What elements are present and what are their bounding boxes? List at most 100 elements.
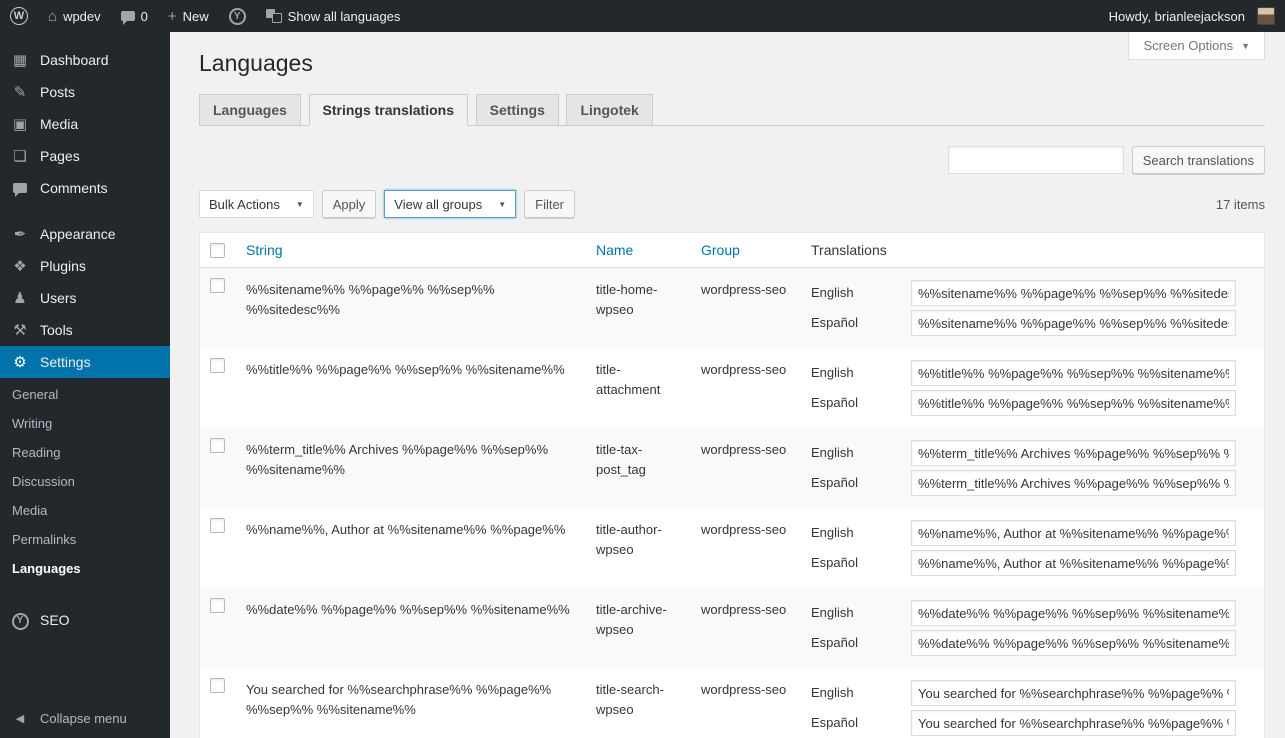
sidebar-item-label: Pages: [40, 148, 80, 164]
camera-icon: ▣: [10, 117, 30, 132]
tab-strings-translations[interactable]: Strings translations: [309, 94, 468, 126]
column-header-name[interactable]: Name: [586, 233, 691, 267]
translation-input-english[interactable]: [911, 680, 1236, 706]
string-cell: %%name%%, Author at %%sitename%% %%page%…: [236, 508, 586, 588]
collapse-arrow-icon: ◀: [10, 712, 30, 725]
tab-lingotek[interactable]: Lingotek: [566, 94, 652, 126]
submenu-item-languages[interactable]: Languages: [0, 554, 170, 583]
tab-settings[interactable]: Settings: [476, 94, 559, 126]
sidebar-item-users[interactable]: ♟ Users: [0, 282, 170, 314]
sidebar-item-settings[interactable]: ⚙ Settings: [0, 346, 170, 378]
name-cell: title-tax-post_tag: [586, 428, 691, 508]
row-checkbox[interactable]: [210, 598, 225, 613]
row-checkbox[interactable]: [210, 438, 225, 453]
account-menu[interactable]: Howdy, brianleejackson: [1099, 0, 1285, 32]
screen-options-button[interactable]: Screen Options ▼: [1128, 32, 1265, 60]
translation-input-espanol[interactable]: [911, 310, 1236, 336]
translation-input-espanol[interactable]: [911, 710, 1236, 736]
translations-cell: English Español: [801, 588, 1264, 668]
group-filter-label: View all groups: [394, 197, 482, 212]
translations-cell: English Español: [801, 508, 1264, 588]
translations-cell: English Español: [801, 348, 1264, 428]
translation-input-espanol[interactable]: [911, 630, 1236, 656]
chevron-down-icon: ▼: [1241, 41, 1250, 51]
pages-icon: ❏: [10, 149, 30, 164]
sidebar-item-posts[interactable]: ✎ Posts: [0, 76, 170, 108]
name-cell: title-search-wpseo: [586, 668, 691, 738]
table-row: %%date%% %%page%% %%sep%% %%sitename%% t…: [200, 588, 1264, 668]
sidebar-item-media[interactable]: ▣ Media: [0, 108, 170, 140]
sidebar-item-label: Dashboard: [40, 52, 109, 68]
sidebar-item-tools[interactable]: ⚒ Tools: [0, 314, 170, 346]
show-all-languages-label: Show all languages: [288, 9, 401, 24]
collapse-menu-label: Collapse menu: [40, 711, 127, 726]
search-translations-button[interactable]: Search translations: [1132, 146, 1265, 174]
admin-menu: ▦ Dashboard ✎ Posts ▣ Media ❏ Pages Comm…: [0, 32, 170, 638]
language-label-espanol: Español: [811, 633, 911, 653]
bulk-actions-select[interactable]: Bulk Actions ▼: [199, 190, 314, 218]
group-cell: wordpress-seo: [691, 428, 801, 508]
settings-icon: ⚙: [10, 355, 30, 370]
bulk-actions-label: Bulk Actions: [209, 197, 280, 212]
translation-input-english[interactable]: [911, 360, 1236, 386]
row-checkbox[interactable]: [210, 678, 225, 693]
translation-input-english[interactable]: [911, 520, 1236, 546]
sidebar-item-plugins[interactable]: ❖ Plugins: [0, 250, 170, 282]
sidebar-item-label: Settings: [40, 354, 91, 370]
new-label: New: [183, 9, 209, 24]
sidebar-item-dashboard[interactable]: ▦ Dashboard: [0, 44, 170, 76]
submenu-item-general[interactable]: General: [0, 380, 170, 409]
screen-options-label: Screen Options: [1143, 38, 1233, 53]
translations-cell: English Español: [801, 668, 1264, 738]
comments-menu[interactable]: 0: [111, 0, 158, 32]
plus-icon: +: [168, 9, 177, 24]
column-header-group[interactable]: Group: [691, 233, 801, 267]
settings-submenu: General Writing Reading Discussion Media…: [0, 378, 170, 589]
translation-input-espanol[interactable]: [911, 470, 1236, 496]
row-checkbox[interactable]: [210, 278, 225, 293]
group-cell: wordpress-seo: [691, 508, 801, 588]
sidebar-item-label: Media: [40, 116, 78, 132]
column-header-string[interactable]: String: [236, 233, 586, 267]
sidebar-item-comments[interactable]: Comments: [0, 172, 170, 204]
select-all-checkbox[interactable]: [210, 243, 225, 258]
submenu-item-writing[interactable]: Writing: [0, 409, 170, 438]
sidebar-item-appearance[interactable]: ✒ Appearance: [0, 218, 170, 250]
translation-input-english[interactable]: [911, 280, 1236, 306]
collapse-menu-button[interactable]: ◀ Collapse menu: [0, 703, 170, 734]
brush-icon: ✒: [10, 227, 30, 242]
sidebar-item-pages[interactable]: ❏ Pages: [0, 140, 170, 172]
string-cell: You searched for %%searchphrase%% %%page…: [236, 668, 586, 738]
apply-button[interactable]: Apply: [322, 190, 377, 218]
wp-logo-menu[interactable]: W: [0, 0, 38, 32]
tab-languages[interactable]: Languages: [199, 94, 301, 126]
language-label-english: English: [811, 443, 911, 463]
string-cell: %%sitename%% %%page%% %%sep%% %%sitedesc…: [236, 268, 586, 348]
group-filter-select[interactable]: View all groups ▼: [384, 190, 516, 218]
sidebar-item-seo[interactable]: Y SEO: [0, 603, 170, 638]
show-all-languages-menu[interactable]: Show all languages: [256, 0, 411, 32]
row-checkbox[interactable]: [210, 518, 225, 533]
yoast-menu[interactable]: Y: [219, 0, 256, 32]
submenu-item-media[interactable]: Media: [0, 496, 170, 525]
search-translations-input[interactable]: [948, 146, 1124, 174]
filter-button[interactable]: Filter: [524, 190, 575, 218]
translation-input-english[interactable]: [911, 440, 1236, 466]
submenu-item-discussion[interactable]: Discussion: [0, 467, 170, 496]
items-count: 17 items: [1216, 197, 1265, 212]
translation-input-english[interactable]: [911, 600, 1236, 626]
site-menu[interactable]: ⌂ wpdev: [38, 0, 111, 32]
language-label-english: English: [811, 363, 911, 383]
new-content-menu[interactable]: + New: [158, 0, 219, 32]
name-cell: title-author-wpseo: [586, 508, 691, 588]
submenu-item-permalinks[interactable]: Permalinks: [0, 525, 170, 554]
translation-input-espanol[interactable]: [911, 550, 1236, 576]
language-label-english: English: [811, 683, 911, 703]
pin-icon: ✎: [10, 85, 30, 100]
language-label-espanol: Español: [811, 393, 911, 413]
page-wrap: Languages Languages Strings translations…: [199, 32, 1265, 738]
home-icon: ⌂: [48, 9, 57, 24]
row-checkbox[interactable]: [210, 358, 225, 373]
translation-input-espanol[interactable]: [911, 390, 1236, 416]
submenu-item-reading[interactable]: Reading: [0, 438, 170, 467]
